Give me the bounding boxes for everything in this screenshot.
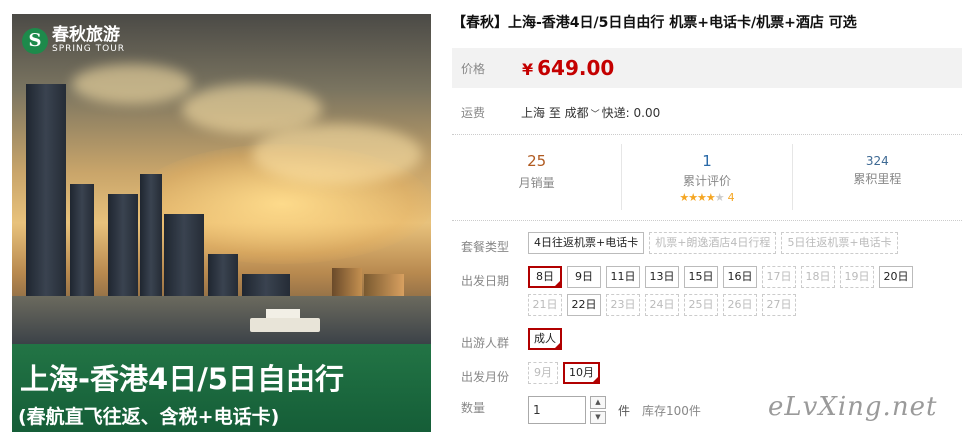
reviews[interactable]: 1 累计评价 ★★★★★ 4 (621, 144, 791, 210)
date-option[interactable]: 17日 (762, 266, 796, 288)
product-title: 【春秋】上海-香港4日/5日自由行 机票+电话卡/机票+酒店 可选 (452, 15, 857, 31)
quantity-unit: 件 (618, 404, 631, 418)
traveler-label: 出游人群 (461, 336, 510, 350)
month-label: 出发月份 (461, 370, 510, 384)
monthly-sales-label: 月销量 (518, 176, 555, 190)
points-value: 324 (865, 154, 889, 168)
price-amount: 649.00 (537, 56, 615, 80)
package-option[interactable]: 5日往返机票+电话卡 (781, 232, 898, 254)
cloud (252, 124, 422, 184)
points-label: 累积里程 (853, 172, 902, 186)
monthly-sales-value: 25 (527, 152, 547, 170)
shipping-label: 运费 (461, 106, 486, 120)
ferry (250, 309, 320, 332)
stock-count: 库存100件 (642, 404, 701, 418)
package-option[interactable]: 机票+朗逸酒店4日行程 (649, 232, 777, 254)
date-option[interactable]: 19日 (840, 266, 874, 288)
date-option[interactable]: 11日 (606, 266, 640, 288)
date-option[interactable]: 26日 (723, 294, 757, 316)
date-option[interactable]: 15日 (684, 266, 718, 288)
date-option[interactable]: 13日 (645, 266, 679, 288)
rating-count: 4 (727, 191, 735, 204)
date-option[interactable]: 9日 (567, 266, 601, 288)
logo-cn: 春秋旅游 (52, 25, 120, 45)
price-box: 价格 ¥649.00 (452, 48, 962, 88)
cloud (72, 64, 192, 104)
traveler-option-selected[interactable]: 成人 (528, 328, 562, 350)
points: 324 累积里程 (791, 144, 962, 210)
chevron-down-icon[interactable]: ﹀ (591, 110, 600, 120)
reviews-label: 累计评价 (682, 174, 731, 188)
spring-tour-logo-icon: S (22, 27, 48, 54)
logo-en: SPRING TOUR (52, 44, 126, 54)
date-option[interactable]: 16日 (723, 266, 757, 288)
shipping-express: 快递: 0.00 (601, 106, 661, 120)
month-option[interactable]: 9月 (528, 362, 558, 384)
rating-stars: ★★★★★ 4 (622, 191, 791, 204)
price-value: ¥649.00 (522, 56, 614, 80)
reviews-count[interactable]: 1 (622, 152, 791, 170)
date-option[interactable]: 25日 (684, 294, 718, 316)
star-empty-icon: ★ (714, 191, 725, 204)
package-option[interactable]: 4日往返机票+电话卡 (528, 232, 645, 254)
divider (452, 134, 962, 135)
date-option[interactable]: 23日 (606, 294, 640, 316)
decrement-icon[interactable]: ▼ (590, 411, 606, 424)
star-icon: ★★★★ (679, 191, 715, 204)
currency-symbol: ¥ (522, 60, 534, 79)
watermark: eLvXing.net (768, 392, 938, 422)
increment-icon[interactable]: ▲ (590, 396, 606, 409)
brand-logo: S 春秋旅游 SPRING TOUR (22, 26, 125, 55)
monthly-sales: 25 月销量 (452, 144, 621, 210)
date-option-selected[interactable]: 8日 (528, 266, 562, 288)
month-option-selected[interactable]: 10月 (563, 362, 600, 384)
divider (452, 220, 962, 221)
shipping-destination[interactable]: 上海 至 成都 (521, 106, 589, 120)
date-option[interactable]: 21日 (528, 294, 562, 316)
date-option[interactable]: 27日 (762, 294, 796, 316)
quantity-label: 数量 (461, 401, 486, 415)
date-label: 出发日期 (461, 274, 510, 288)
hero-subtitle: (春航直飞往返、含税+电话卡) (18, 406, 280, 428)
price-label: 价格 (461, 62, 486, 76)
date-option[interactable]: 20日 (879, 266, 913, 288)
date-option[interactable]: 22日 (567, 294, 601, 316)
hero-title: 上海-香港4日/5日自由行 (20, 362, 344, 396)
package-label: 套餐类型 (461, 240, 510, 254)
date-option[interactable]: 24日 (645, 294, 679, 316)
quantity-input[interactable]: 1 (528, 396, 586, 424)
stats-bar: 25 月销量 1 累计评价 ★★★★★ 4 324 累积里程 (452, 144, 962, 210)
harbor-water (12, 296, 431, 344)
date-option[interactable]: 18日 (801, 266, 835, 288)
